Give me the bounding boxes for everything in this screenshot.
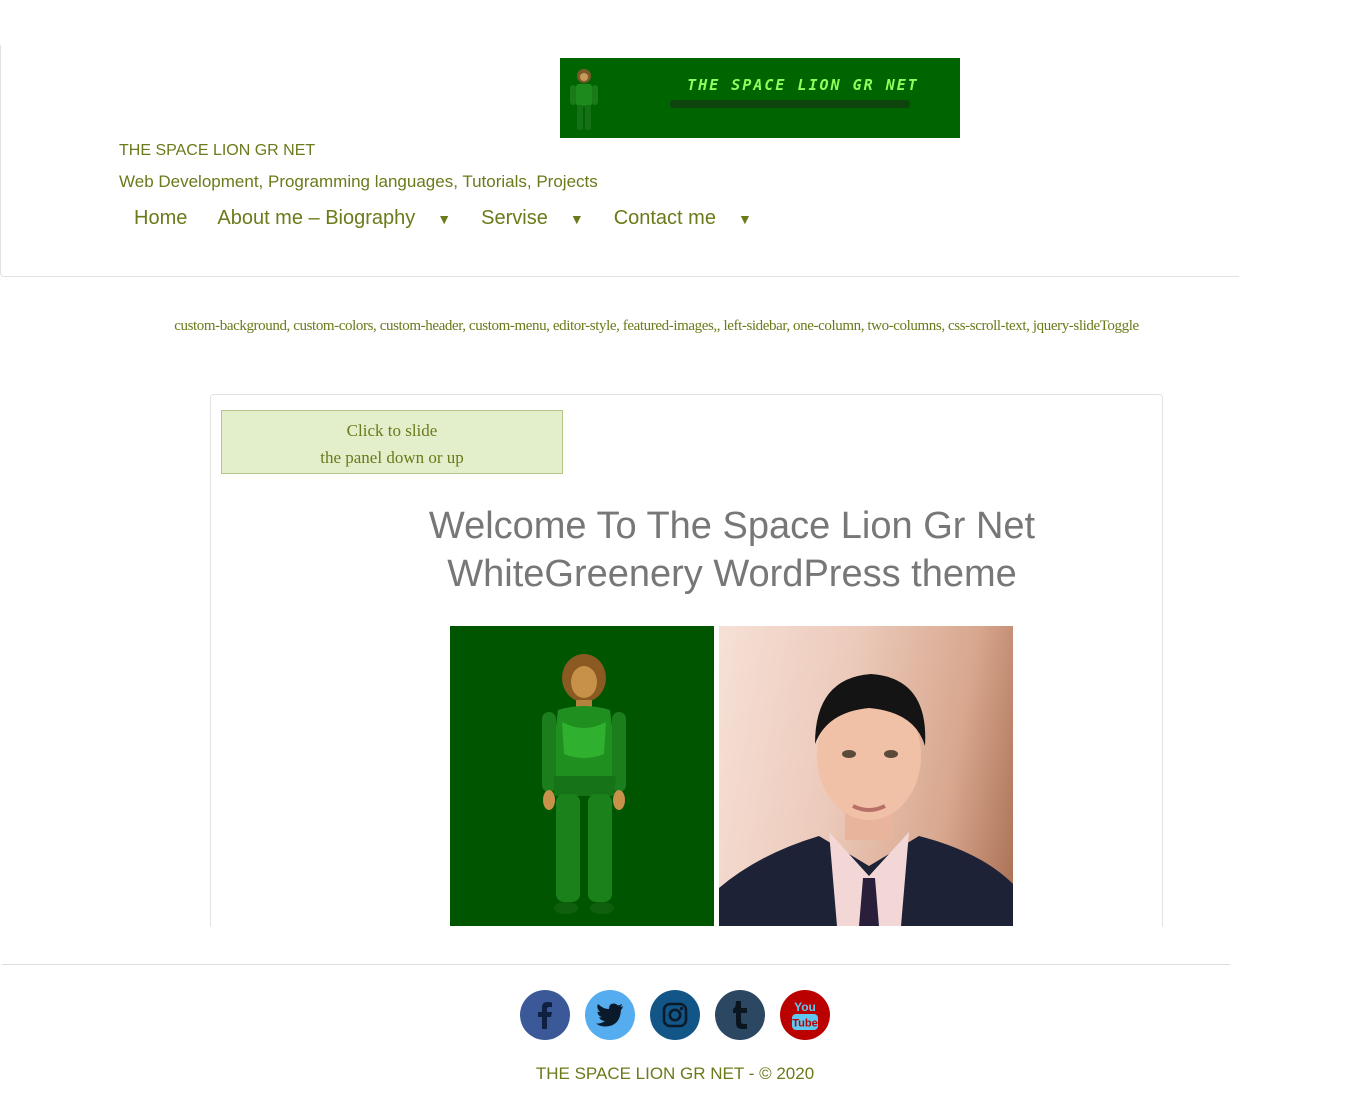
- instagram-icon[interactable]: [650, 990, 700, 1040]
- tumblr-icon[interactable]: [715, 990, 765, 1040]
- facebook-icon[interactable]: [520, 990, 570, 1040]
- welcome-line1: Welcome To The Space Lion Gr Net: [428, 505, 1036, 547]
- logo-text: THE SPACE LION GR NET: [687, 76, 919, 94]
- nav-item-servise[interactable]: Servise ▼: [481, 207, 584, 230]
- slide-toggle-button[interactable]: Click to slide the panel down or up: [221, 410, 563, 474]
- footer-divider: [2, 964, 1230, 965]
- nav-item-contact[interactable]: Contact me ▼: [614, 207, 752, 230]
- logo-reflection: [670, 100, 910, 108]
- site-logo[interactable]: THE SPACE LION GR NET: [560, 58, 960, 138]
- instagram-glyph-icon: [662, 1002, 688, 1028]
- twitter-icon[interactable]: [585, 990, 635, 1040]
- welcome-line2: WhiteGreenery WordPress theme: [447, 553, 1017, 595]
- twitter-glyph-icon: [596, 1003, 623, 1027]
- person-portrait-icon: [719, 674, 1013, 926]
- nav-item-about[interactable]: About me – Biography ▼: [217, 207, 451, 230]
- dropdown-arrow-icon[interactable]: ▼: [437, 211, 451, 227]
- author-photo: [719, 626, 1013, 926]
- site-description: Web Development, Programming languages, …: [119, 172, 598, 191]
- nav-item-home[interactable]: Home: [134, 207, 187, 230]
- youtube-icon[interactable]: You Tube: [780, 990, 830, 1040]
- lion-image: [450, 626, 714, 926]
- nav-item-label: About me – Biography: [217, 207, 416, 229]
- nav-item-label: Home: [134, 207, 188, 229]
- site-title[interactable]: THE SPACE LION GR NET: [119, 142, 315, 160]
- facebook-glyph-icon: [538, 1002, 552, 1029]
- copyright-text: THE SPACE LION GR NET - © 2020: [535, 1064, 815, 1083]
- dropdown-arrow-icon[interactable]: ▼: [570, 211, 584, 227]
- slide-toggle-line1: Click to slide: [346, 421, 438, 440]
- nav-item-label: Contact me: [613, 207, 716, 229]
- main-navigation: Home About me – Biography ▼ Servise ▼ Co…: [134, 207, 782, 230]
- social-links: You Tube: [520, 990, 845, 1040]
- lion-character-icon: [542, 654, 626, 914]
- youtube-glyph-icon: You Tube: [792, 1000, 818, 1030]
- lion-figure-icon: [570, 69, 598, 130]
- tumblr-glyph-icon: [733, 1001, 747, 1029]
- nav-item-label: Servise: [481, 207, 548, 229]
- dropdown-arrow-icon[interactable]: ▼: [738, 211, 752, 227]
- svg-text:You: You: [794, 1000, 816, 1014]
- welcome-heading: Welcome To The Space Lion Gr Net WhiteGr…: [312, 502, 1152, 598]
- svg-text:Tube: Tube: [792, 1018, 817, 1030]
- slide-toggle-line2: the panel down or up: [320, 448, 464, 467]
- theme-tags: custom-background, custom-colors, custom…: [174, 318, 1139, 334]
